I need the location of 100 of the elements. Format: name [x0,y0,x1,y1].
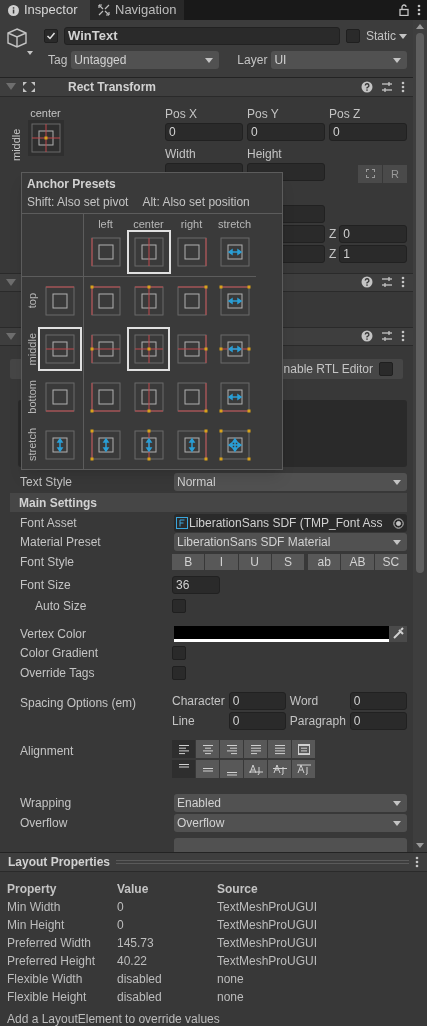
hint-text: Alt: Also set position [142,194,250,211]
alignment-button[interactable] [292,760,315,779]
tab[interactable]: Inspector [0,0,90,20]
table-cell-text: Min Height [7,917,66,934]
field-label: Auto Size [35,597,88,615]
field-label: Pos X [165,105,198,123]
scrollbar[interactable] [413,20,427,852]
info-icon [8,4,19,16]
checkbox[interactable] [172,646,186,661]
anchor-widget[interactable] [27,119,64,156]
component-title: Rect Transform [68,78,157,96]
font-style-button[interactable]: S [271,553,305,570]
checkbox[interactable] [172,598,186,613]
input-field[interactable]: 1 [339,244,407,263]
checkbox[interactable] [172,666,186,681]
checkbox[interactable] [44,29,58,43]
field-label: Material Preset [20,534,102,552]
settings-icon[interactable] [381,276,393,289]
alignment-button[interactable] [220,740,243,759]
field-label: Character [172,693,225,711]
table-cell-text: TextMeshProUGUI [217,899,319,916]
alignment-button[interactable] [244,760,267,779]
font-style-button[interactable]: I [205,553,238,570]
dropdown[interactable]: UI [271,51,407,69]
anchor-preset[interactable] [127,327,170,371]
table-cell-text: 0 [117,917,125,934]
input-field[interactable]: 0 [165,122,243,141]
dropdown[interactable]: Normal [174,473,407,492]
panel-title: Layout Properties [8,854,111,871]
tab[interactable]: Navigation [90,0,185,20]
input-field[interactable]: 0 [349,712,407,731]
field-label: Layer [237,52,268,69]
anchor-preset[interactable] [38,327,82,371]
blueprint-button[interactable] [358,164,382,183]
more-icon[interactable] [401,80,405,93]
field-label: Font Style [20,553,76,571]
input-field[interactable]: 0 [349,692,407,711]
help-icon[interactable] [361,80,373,93]
table-cell-text: TextMeshProUGUI [217,953,319,970]
name-field[interactable]: WinText [64,27,340,45]
input-field[interactable]: 0 [247,122,325,141]
compass-icon [98,4,110,16]
table-cell-text: Preferred Height [7,953,97,970]
alignment-button[interactable] [292,740,315,759]
alignment-button[interactable] [172,760,195,779]
field-label: Font Asset [20,515,78,533]
hint-text: Shift: Also set pivot [27,194,129,211]
color-swatch[interactable] [174,625,389,642]
checkbox[interactable] [379,361,393,376]
target-icon[interactable] [393,517,404,529]
field-label: Tag [48,52,68,69]
align-icon [177,743,190,755]
font-style-button[interactable]: ab [308,553,341,570]
row-label: bottom [25,380,38,414]
alignment-button[interactable] [220,760,243,779]
font-asset-icon [176,517,188,530]
column-label: stretch [218,217,251,230]
align-icon [296,763,311,776]
more-icon[interactable] [401,330,405,343]
input-field[interactable]: 0 [228,712,286,731]
field-label: Height [247,145,283,163]
input-field[interactable]: 0 [329,122,407,141]
row-label: stretch [25,428,38,462]
help-icon[interactable] [361,276,373,289]
more-icon[interactable] [401,276,405,289]
align-icon [177,763,190,768]
align-icon [248,763,263,776]
field-label: Alignment [20,743,75,761]
lock-icon[interactable] [399,4,409,16]
row-label: middle [25,332,38,366]
align-icon [225,743,238,755]
input-field[interactable]: 0 [228,692,286,711]
alignment-button[interactable] [196,740,219,759]
font-style-button[interactable]: AB [341,553,374,570]
alignment-button[interactable] [268,740,291,759]
input-field[interactable]: 0 [339,224,407,243]
hint-text: Add a LayoutElement to override values [6,1011,221,1026]
dropdown[interactable]: Overflow [174,814,407,833]
static-dropdown[interactable]: Static [366,27,407,45]
dropdown[interactable]: Enabled [174,794,407,813]
settings-icon[interactable] [381,330,393,343]
font-style-button[interactable]: B [172,553,205,570]
dropdown[interactable]: Untagged [71,51,220,69]
more-icon[interactable] [415,856,419,868]
settings-icon[interactable] [381,80,393,93]
checkbox[interactable] [346,29,360,43]
more-icon[interactable] [417,4,421,16]
help-icon[interactable] [361,330,373,343]
anchor-preset[interactable] [126,230,171,274]
dropdown[interactable]: LiberationSans SDF Material [174,533,407,552]
alignment-button[interactable] [268,760,291,779]
alignment-button[interactable] [244,740,267,759]
column-label: center [133,217,164,230]
font-style-button[interactable]: SC [374,553,407,570]
eyedropper-icon[interactable] [389,625,407,642]
object-field[interactable]: LiberationSans SDF (TMP_Font Ass [174,514,407,533]
alignment-button[interactable] [172,740,195,759]
font-style-button[interactable]: U [238,553,271,570]
input-field[interactable]: 36 [172,575,220,594]
alignment-button[interactable] [196,760,219,779]
